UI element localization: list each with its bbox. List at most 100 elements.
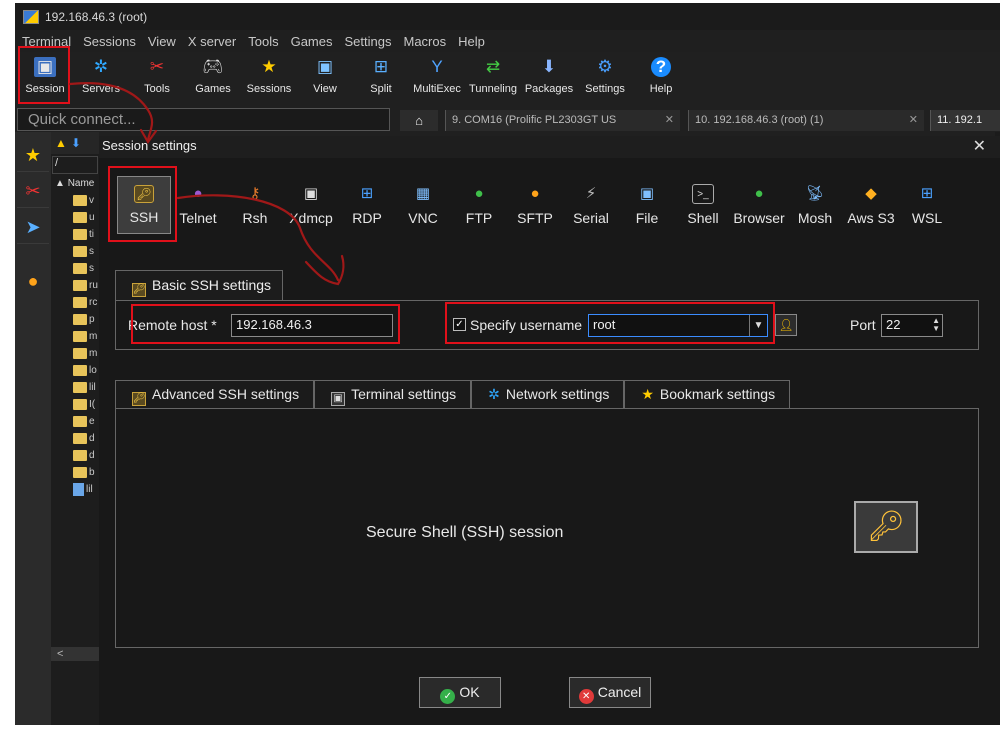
home-icon: ⌂ [415,113,423,128]
session-type-wsl[interactable]: ⊞ WSL [898,184,956,226]
menu-sessions[interactable]: Sessions [77,34,142,49]
settings-button[interactable]: ⚙ Settings [577,54,633,102]
folder-icon [73,212,87,223]
games-button[interactable]: 🎮︎ Games [185,54,241,102]
tab-terminal-settings[interactable]: ▣ Terminal settings [314,380,472,408]
servers-button[interactable]: ✲ Servers [73,54,129,102]
quick-connect-input[interactable]: Quick connect... [17,108,390,131]
aws-s3-icon: ◆ [865,185,877,202]
user-icon: 👤︎ [778,318,794,332]
file-list-item[interactable]: ti [51,226,99,243]
session-type-mosh[interactable]: 📡︎ Mosh [786,184,844,226]
port-spinner[interactable]: 22 ▲ ▼ [881,314,943,337]
multiexec-button[interactable]: Y MultiExec [409,54,465,102]
menu-tools[interactable]: Tools [242,34,284,49]
folder-icon [73,416,87,427]
folder-icon [73,467,87,478]
sessions-star-icon: ★ [261,57,277,76]
file-list-item[interactable]: ru [51,277,99,294]
port-value: 22 [886,317,901,332]
path-input[interactable]: / [52,156,98,174]
menu-xserver[interactable]: X server [182,34,242,49]
session-type-shell[interactable]: >_ Shell [674,184,732,226]
packages-icon: ⬇ [541,57,557,76]
tab-network-settings[interactable]: ✲ Network settings [471,380,625,408]
help-button[interactable]: ? Help [633,54,689,102]
file-list-item[interactable]: lil [51,481,99,498]
file-name: s [89,246,94,257]
close-icon[interactable]: ✕ [909,110,918,131]
menu-games[interactable]: Games [285,34,339,49]
tab-advanced-ssh-settings[interactable]: 🔑︎ Advanced SSH settings [115,380,315,408]
menu-macros[interactable]: Macros [397,34,452,49]
session-type-ftp[interactable]: ● FTP [450,184,508,226]
session-type-sftp[interactable]: ● SFTP [506,184,564,226]
file-list-item[interactable]: s [51,243,99,260]
tab-session-11[interactable]: 11. 192.1 [930,110,1000,131]
sessions-star-icon[interactable]: ★ [17,138,49,172]
file-list-item[interactable]: v [51,192,99,209]
tab-session-10[interactable]: 10. 192.168.46.3 (root) (1) ✕ [688,110,924,131]
close-icon[interactable]: ✕ [665,110,674,131]
tools-icon[interactable]: ✂ [17,174,49,208]
packages-button[interactable]: ⬇ Packages [521,54,577,102]
terminal-icon: ▣ [331,392,346,406]
file-list-item[interactable]: u [51,209,99,226]
user-manager-button[interactable]: 👤︎ [775,314,797,336]
file-name: m [89,348,98,359]
file-list-item[interactable]: I( [51,396,99,413]
folder-icon [73,280,87,291]
help-icon: ? [651,57,671,77]
close-icon[interactable]: ✕ [973,137,986,157]
tools-button[interactable]: ✂ Tools [129,54,185,102]
session-type-serial[interactable]: ⚡ Serial [562,184,620,226]
file-name: lil [89,382,96,393]
file-name: v [89,195,94,206]
basic-ssh-settings-tab[interactable]: 🔑︎ Basic SSH settings [115,270,283,301]
rdp-icon: ⊞ [360,185,374,202]
spinner-arrows-icon[interactable]: ▲ ▼ [932,317,940,333]
menu-settings[interactable]: Settings [339,34,398,49]
sessions-button[interactable]: ★ Sessions [241,54,297,102]
folder-icon [73,263,87,274]
file-list-item[interactable]: m [51,328,99,345]
ok-button[interactable]: ✓ OK [419,677,501,708]
session-type-file[interactable]: ▣ File [618,184,676,226]
file-name: lil [86,484,93,495]
download-icon[interactable]: ⬇ [71,136,81,150]
menu-help[interactable]: Help [452,34,491,49]
file-list-item[interactable]: e [51,413,99,430]
file-list-item[interactable]: p [51,311,99,328]
session-type-xdmcp[interactable]: ▣ Xdmcp [282,184,340,226]
session-type-rsh[interactable]: ⚷ Rsh [226,184,284,226]
folder-icon [73,382,87,393]
session-type-telnet[interactable]: ● Telnet [169,184,227,226]
file-list-item[interactable]: b [51,464,99,481]
folder-up-icon[interactable]: ▲ [55,136,67,150]
split-button[interactable]: ⊞ Split [353,54,409,102]
column-header-name[interactable]: ▲ Name [51,178,99,192]
session-type-aws-s3[interactable]: ◆ Aws S3 [842,184,900,226]
file-toolbar: ▲ ⬇ [51,132,99,154]
tab-com16[interactable]: 9. COM16 (Prolific PL2303GT US ✕ [445,110,680,131]
ssh-session-icon[interactable]: ● [17,264,49,298]
multiexec-icon: Y [431,57,443,76]
file-list-item[interactable]: lil [51,379,99,396]
menu-view[interactable]: View [142,34,182,49]
file-list-item[interactable]: s [51,260,99,277]
home-tab[interactable]: ⌂ [400,110,438,131]
tunneling-button[interactable]: ⇄ Tunneling [465,54,521,102]
session-type-vnc[interactable]: ▦ VNC [394,184,452,226]
file-list-item[interactable]: d [51,447,99,464]
file-list-item[interactable]: d [51,430,99,447]
sftp-icon[interactable]: ➤ [17,210,49,244]
file-list-item[interactable]: m [51,345,99,362]
session-type-browser[interactable]: ● Browser [730,184,788,226]
file-list-item[interactable]: rc [51,294,99,311]
session-type-rdp[interactable]: ⊞ RDP [338,184,396,226]
tab-bookmark-settings[interactable]: ★ Bookmark settings [624,380,791,408]
view-button[interactable]: ▣ View [297,54,353,102]
horizontal-scrollbar[interactable]: < [51,647,99,661]
file-list-item[interactable]: lo [51,362,99,379]
cancel-button[interactable]: ✕ Cancel [569,677,651,708]
